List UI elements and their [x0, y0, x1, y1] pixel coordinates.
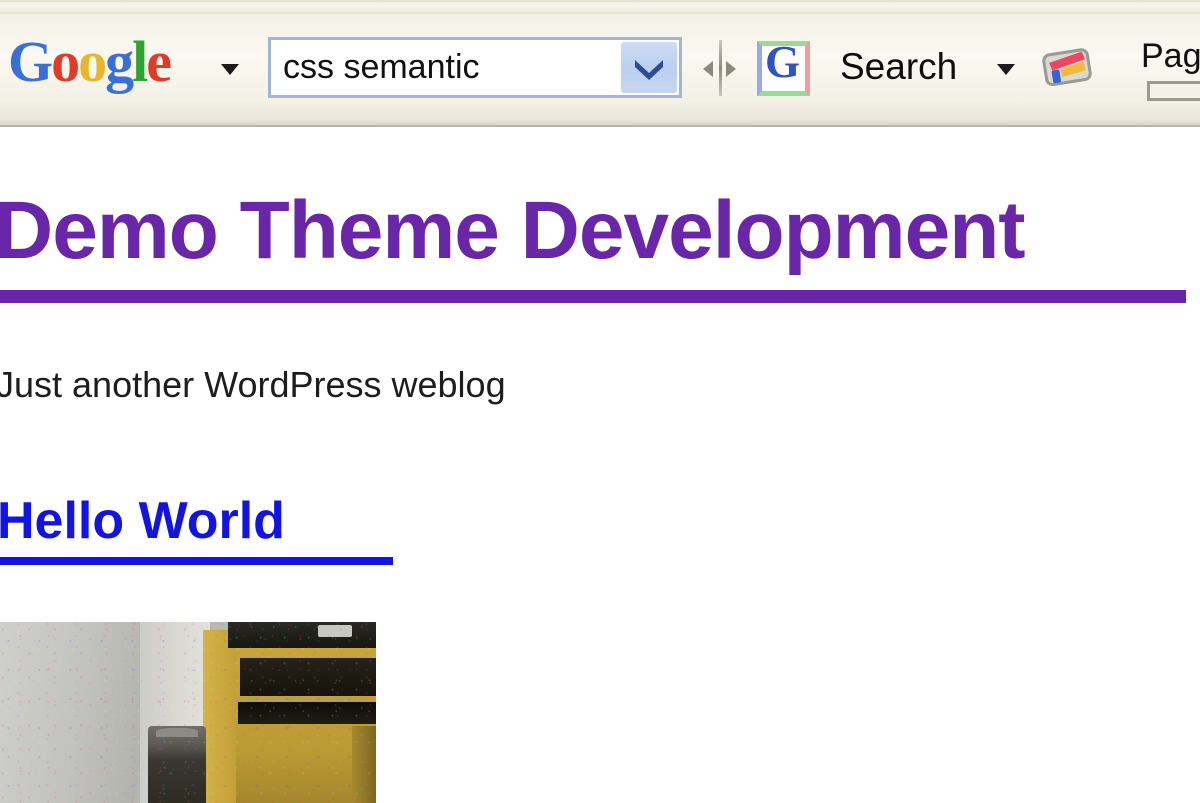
google-logo-letter-g2: g — [105, 29, 134, 94]
post-photo — [0, 622, 376, 803]
arrow-right-icon — [726, 61, 736, 77]
pagerank-indicator[interactable]: Pag — [1141, 37, 1200, 107]
photo-noise-overlay — [0, 622, 376, 803]
page-title-underline — [0, 290, 1186, 303]
search-box[interactable] — [268, 37, 682, 98]
drag-handle-bar — [719, 40, 722, 96]
google-toolbar: Google G Search — [0, 0, 1200, 127]
chevron-down-icon[interactable] — [221, 64, 239, 75]
chevron-down-icon[interactable] — [997, 64, 1015, 75]
blog-tagline: Just another WordPress weblog — [0, 364, 506, 405]
pagerank-gauge — [1147, 81, 1200, 101]
search-button-label[interactable]: Search — [840, 46, 957, 88]
chevron-down-icon — [635, 60, 663, 80]
search-history-dropdown-button[interactable] — [621, 42, 677, 93]
google-logo-letter-l: l — [132, 29, 148, 94]
highlighter-icon[interactable] — [1040, 44, 1096, 91]
toolbar-second-divider — [0, 12, 1200, 14]
google-search-g-icon[interactable]: G — [757, 37, 810, 96]
search-input[interactable] — [283, 40, 613, 95]
arrow-left-icon — [703, 61, 713, 77]
google-logo-letter-o1: o — [51, 29, 80, 94]
g-letter: G — [765, 37, 801, 87]
page-title: Demo Theme Development — [0, 185, 1026, 276]
google-logo-letter-o2: o — [78, 29, 107, 94]
blog-page-content: Demo Theme Development Just another Word… — [0, 127, 1200, 803]
toolbar-drag-handle[interactable] — [700, 40, 740, 96]
post-title-link[interactable]: Hello World — [0, 495, 285, 547]
post-title-link-underline — [0, 557, 393, 565]
google-logo-letter-e: e — [146, 29, 172, 94]
google-logo-letter-g1: G — [8, 29, 53, 94]
pagerank-label: Pag — [1141, 37, 1200, 75]
google-logo[interactable]: Google — [8, 33, 172, 91]
browser-screenshot: Google G Search — [0, 0, 1200, 803]
toolbar-top-divider — [0, 0, 1200, 2]
